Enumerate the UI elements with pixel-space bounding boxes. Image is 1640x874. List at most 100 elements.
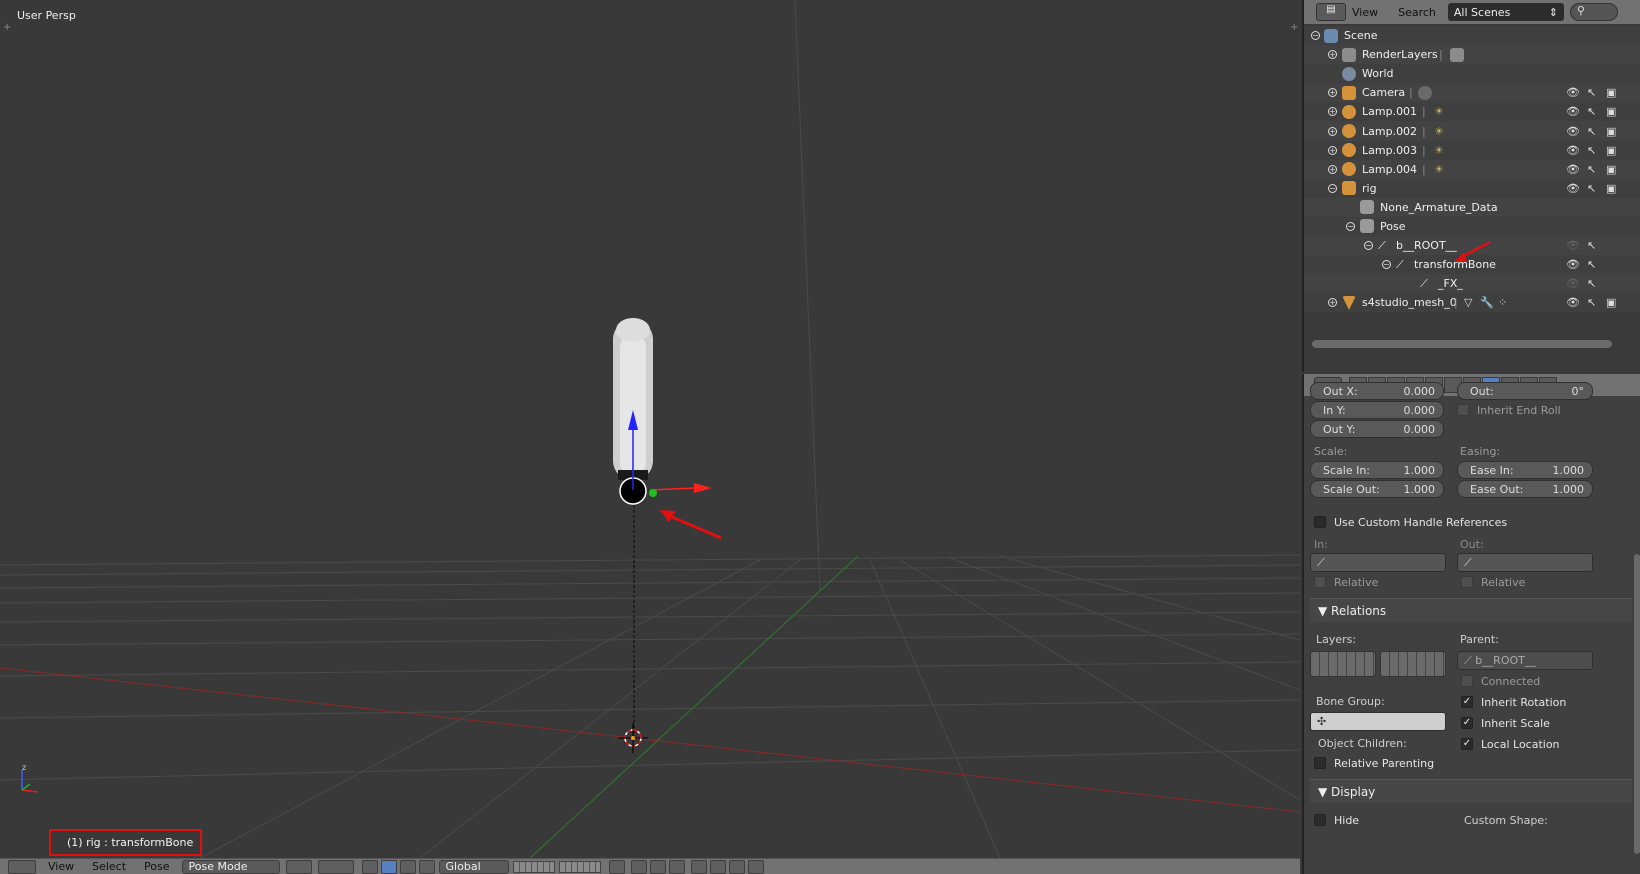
bone-group-field[interactable]: ✣ xyxy=(1310,712,1446,731)
render-camera-icon[interactable]: ▣ xyxy=(1606,105,1616,118)
shading-icon[interactable] xyxy=(285,859,312,874)
pose-menu[interactable]: Pose xyxy=(144,860,169,873)
display-mode-select[interactable]: All Scenes ⇕ xyxy=(1447,3,1564,21)
expand-icon[interactable]: + xyxy=(1328,164,1337,174)
eye-icon[interactable]: 👁 xyxy=(1566,125,1580,138)
area-split-icon[interactable]: + xyxy=(3,22,11,33)
display-panel-header[interactable]: ▼ Display xyxy=(1310,779,1632,803)
inherit-rotation-checkbox[interactable]: ✓ xyxy=(1461,696,1473,708)
use-custom-handle-checkbox[interactable] xyxy=(1314,516,1326,528)
render-camera-icon[interactable]: ▣ xyxy=(1606,125,1616,138)
in-y-field[interactable]: In Y: 0.000 xyxy=(1310,401,1444,419)
scale-icon[interactable] xyxy=(418,859,435,874)
snap-element-icon[interactable] xyxy=(668,859,685,874)
eye-icon[interactable]: 👁 xyxy=(1566,239,1580,252)
select-menu[interactable]: Select xyxy=(92,860,126,873)
out-handle-field[interactable]: ⟋ xyxy=(1457,553,1593,572)
cursor-select-icon[interactable]: ↖ xyxy=(1587,144,1596,157)
tree-row-camera[interactable]: + Camera | 👁 ↖ ▣ xyxy=(1304,83,1640,103)
snap-icon[interactable] xyxy=(649,859,666,874)
lock-icon[interactable] xyxy=(608,859,625,874)
relations-panel-header[interactable]: ▼ Relations xyxy=(1310,598,1632,622)
eye-icon[interactable]: 👁 xyxy=(1566,144,1580,157)
outliner-view-menu[interactable]: View xyxy=(1352,6,1378,19)
translate-icon[interactable] xyxy=(380,859,397,874)
view-menu[interactable]: View xyxy=(48,860,74,873)
bone-layers-grid[interactable] xyxy=(1380,651,1446,677)
manipulator-icon[interactable] xyxy=(361,859,378,874)
editor-type-icon[interactable] xyxy=(8,859,36,874)
cursor-select-icon[interactable]: ↖ xyxy=(1587,277,1596,290)
collapse-icon[interactable]: − xyxy=(1364,241,1373,251)
expand-icon[interactable]: + xyxy=(1328,126,1337,136)
render-camera-icon[interactable]: ▣ xyxy=(1606,144,1616,157)
proportional-icon[interactable] xyxy=(630,859,647,874)
collapse-icon[interactable]: − xyxy=(1346,221,1355,231)
expand-icon[interactable]: + xyxy=(1328,50,1337,60)
area-split-icon[interactable]: + xyxy=(1290,22,1298,33)
eye-icon[interactable]: 👁 xyxy=(1566,163,1580,176)
collapse-icon[interactable]: − xyxy=(1382,260,1391,270)
in-relative-checkbox[interactable] xyxy=(1314,576,1326,588)
eye-icon[interactable]: 👁 xyxy=(1566,296,1580,309)
properties-scrollbar[interactable] xyxy=(1634,554,1640,854)
ease-in-field[interactable]: Ease In: 1.000 xyxy=(1457,461,1593,479)
tree-row-renderlayers[interactable]: + RenderLayers | xyxy=(1304,45,1640,65)
expand-icon[interactable]: + xyxy=(1328,88,1337,98)
cursor-select-icon[interactable]: ↖ xyxy=(1587,163,1596,176)
bone-layers-grid[interactable] xyxy=(1310,651,1376,677)
paste-flipped-icon[interactable] xyxy=(747,859,764,874)
orientation-select[interactable]: Global xyxy=(438,859,509,874)
eye-icon[interactable]: 👁 xyxy=(1566,258,1580,271)
parent-bone-field[interactable]: ⟋ b__ROOT__ xyxy=(1457,651,1593,670)
relative-parenting-checkbox[interactable] xyxy=(1314,757,1326,769)
outliner-search-menu[interactable]: Search xyxy=(1398,6,1436,19)
inherit-scale-checkbox[interactable]: ✓ xyxy=(1461,717,1473,729)
connected-checkbox[interactable] xyxy=(1461,675,1473,687)
expand-icon[interactable]: + xyxy=(1328,145,1337,155)
outliner-editor-icon[interactable]: ▤ xyxy=(1316,3,1346,21)
render-camera-icon[interactable]: ▣ xyxy=(1606,86,1616,99)
tree-row-rig[interactable]: − rig 👁 ↖ ▣ xyxy=(1304,178,1640,198)
paste-pose-icon[interactable] xyxy=(728,859,745,874)
cursor-select-icon[interactable]: ↖ xyxy=(1587,86,1596,99)
tree-row-world[interactable]: World xyxy=(1304,64,1640,84)
copy-pose-icon[interactable] xyxy=(709,859,726,874)
3d-viewport[interactable]: User Persp + + z (1) rig : transformBone xyxy=(0,0,1300,858)
ease-out-field[interactable]: Ease Out: 1.000 xyxy=(1457,480,1593,498)
outliner-filter-input[interactable]: ⚲ xyxy=(1569,3,1618,21)
expand-icon[interactable]: + xyxy=(1328,298,1337,308)
collapse-icon[interactable]: − xyxy=(1328,183,1337,193)
collapse-icon[interactable]: − xyxy=(1311,31,1320,41)
out-x-field[interactable]: Out X: 0.000 xyxy=(1310,382,1444,400)
in-handle-field[interactable]: ⟋ xyxy=(1310,553,1446,572)
tree-row-pose[interactable]: − Pose xyxy=(1304,216,1640,237)
layers-grid[interactable] xyxy=(558,860,601,873)
render-camera-icon[interactable]: ▣ xyxy=(1606,163,1616,176)
eye-icon[interactable]: 👁 xyxy=(1566,105,1580,118)
scale-in-field[interactable]: Scale In: 1.000 xyxy=(1310,461,1444,479)
scale-out-field[interactable]: Scale Out: 1.000 xyxy=(1310,480,1444,498)
local-location-checkbox[interactable]: ✓ xyxy=(1461,738,1473,750)
tree-row-armature-data[interactable]: None_Armature_Data xyxy=(1304,197,1640,217)
layers-grid[interactable] xyxy=(512,860,555,873)
cursor-select-icon[interactable]: ↖ xyxy=(1587,296,1596,309)
eye-icon[interactable]: 👁 xyxy=(1566,86,1580,99)
inherit-end-roll-checkbox[interactable] xyxy=(1457,404,1469,416)
eye-icon[interactable]: 👁 xyxy=(1566,182,1580,195)
tree-row-lamp003[interactable]: + Lamp.003 | ☀ 👁 ↖ ▣ xyxy=(1304,140,1640,160)
mode-select[interactable]: Pose Mode xyxy=(181,859,280,874)
render-camera-icon[interactable]: ▣ xyxy=(1606,296,1616,309)
hide-checkbox[interactable] xyxy=(1314,814,1326,826)
out-y-field[interactable]: Out Y: 0.000 xyxy=(1310,420,1444,438)
tree-row-lamp004[interactable]: + Lamp.004 | ☀ 👁 ↖ ▣ xyxy=(1304,159,1640,179)
viewport-canvas[interactable] xyxy=(0,0,1300,858)
tree-row-fx-bone[interactable]: ⟋ _FX_ 👁 ↖ xyxy=(1304,274,1640,294)
rotate-icon[interactable] xyxy=(399,859,416,874)
outliner-scrollbar[interactable] xyxy=(1312,340,1612,348)
out-roll-field[interactable]: Out: 0° xyxy=(1457,382,1593,400)
out-relative-checkbox[interactable] xyxy=(1461,576,1473,588)
tree-row-lamp001[interactable]: + Lamp.001 | ☀ 👁 ↖ ▣ xyxy=(1304,102,1640,122)
tree-row-lamp002[interactable]: + Lamp.002 | ☀ 👁 ↖ ▣ xyxy=(1304,121,1640,141)
render-camera-icon[interactable]: ▣ xyxy=(1606,182,1616,195)
